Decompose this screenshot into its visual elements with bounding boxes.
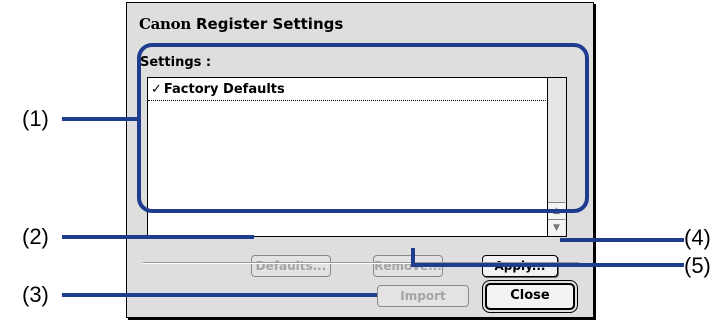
callout-line-3: [62, 293, 377, 297]
window-title-text: Register Settings: [195, 15, 344, 33]
canon-logo: Canon: [139, 15, 191, 33]
settings-list-highlight: [137, 43, 589, 213]
callout-label-2: (2): [22, 224, 49, 249]
callout-label-4: (4): [684, 225, 711, 250]
callout-label-1: (1): [22, 106, 49, 131]
callout-line-5: [411, 263, 684, 267]
defaults-button[interactable]: Defaults...: [251, 255, 331, 277]
callout-line-4: [560, 238, 684, 242]
callout-line-1: [62, 117, 137, 121]
callout-label-5: (5): [684, 253, 711, 278]
close-button[interactable]: Close: [482, 280, 578, 313]
import-button[interactable]: Import: [377, 285, 469, 307]
scroll-down-arrow-icon[interactable]: ▼: [548, 219, 565, 236]
callout-label-3: (3): [22, 282, 49, 307]
window-title: Canon Register Settings: [139, 15, 343, 33]
callout-line-2: [62, 235, 254, 239]
